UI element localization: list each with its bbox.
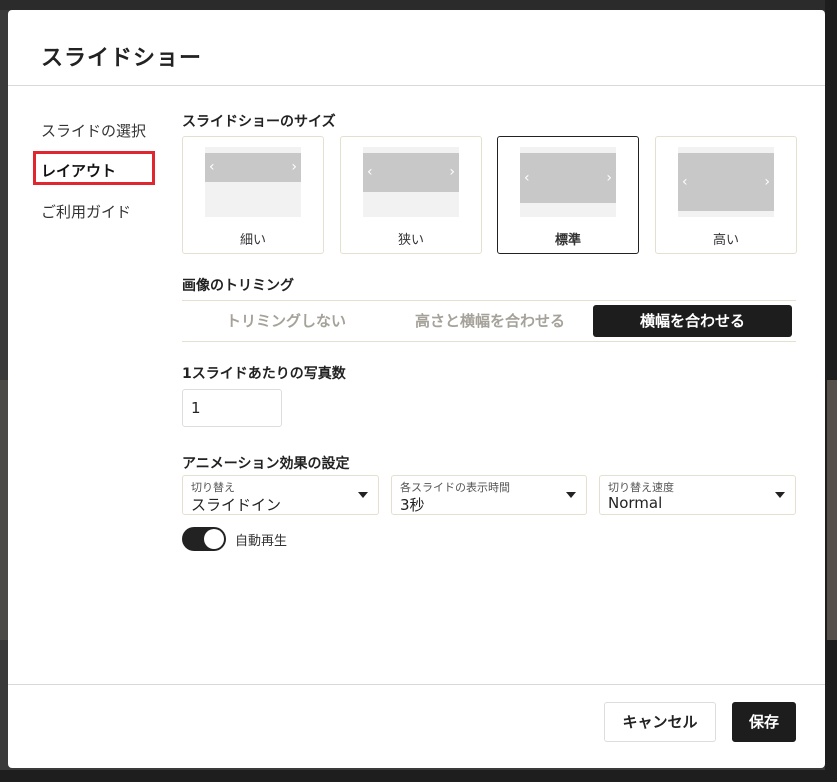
autoplay-label: 自動再生 (235, 534, 288, 549)
size-preview-narrow: ‹ › (363, 147, 459, 217)
slideshow-size-label: スライドショーのサイズ (182, 114, 336, 130)
size-option-narrow[interactable]: ‹ › 狭い (340, 136, 482, 254)
size-option-standard[interactable]: ‹ › 標準 (497, 136, 639, 254)
size-option-label: 細い (239, 233, 266, 248)
size-preview-standard: ‹ › (520, 147, 616, 217)
chevron-right-icon: › (764, 174, 770, 190)
transition-speed-select[interactable]: 切り替え速度 Normal (599, 475, 796, 515)
chevron-right-icon: › (606, 170, 612, 186)
save-button[interactable]: 保存 (732, 702, 796, 742)
preview-band (520, 153, 616, 203)
trim-option-fit-width[interactable]: 横幅を合わせる (593, 305, 792, 337)
cancel-button[interactable]: キャンセル (604, 702, 716, 742)
header-divider (8, 85, 825, 86)
display-duration-select[interactable]: 各スライドの表示時間 3秒 (391, 475, 587, 515)
background-page-header (0, 0, 837, 10)
select-caption: 切り替え速度 (608, 481, 674, 494)
chevron-left-icon: ‹ (367, 164, 373, 180)
caret-down-icon (566, 492, 576, 498)
slideshow-dialog: スライドショー スライドの選択 レイアウト ご利用ガイド スライドショーのサイズ… (8, 10, 825, 768)
chevron-left-icon: ‹ (524, 170, 530, 186)
select-value: Normal (608, 494, 663, 512)
chevron-left-icon: ‹ (209, 159, 215, 175)
dialog-title: スライドショー (41, 46, 203, 71)
photos-per-slide-input[interactable]: 1 (182, 389, 282, 427)
photos-per-slide-label: 1スライドあたりの写真数 (182, 366, 346, 382)
sidebar-item-slide-selection[interactable]: スライドの選択 (41, 120, 146, 141)
caret-down-icon (775, 492, 785, 498)
select-value: スライドイン (191, 496, 282, 514)
select-value: 3秒 (400, 496, 425, 514)
image-trimming-label: 画像のトリミング (182, 278, 294, 294)
animation-settings-label: アニメーション効果の設定 (182, 456, 350, 472)
toggle-knob (204, 529, 224, 549)
background-photo-right (827, 380, 837, 640)
size-option-label: 狭い (397, 233, 424, 248)
size-option-tall[interactable]: ‹ › 高い (655, 136, 797, 254)
size-preview-thin: ‹ › (205, 147, 301, 217)
background-photo-left (0, 380, 8, 640)
layout-highlight-box (33, 151, 155, 185)
autoplay-toggle[interactable] (182, 527, 226, 551)
size-option-label: 標準 (554, 233, 581, 248)
chevron-left-icon: ‹ (682, 174, 688, 190)
trimming-segmented-control: トリミングしない 高さと横幅を合わせる 横幅を合わせる (182, 300, 796, 342)
chevron-right-icon: › (291, 159, 297, 175)
preview-band (205, 153, 301, 182)
size-option-label: 高い (712, 233, 739, 248)
chevron-right-icon: › (449, 164, 455, 180)
background-page-footer (0, 770, 837, 782)
transition-select[interactable]: 切り替え スライドイン (182, 475, 379, 515)
trim-option-fit-both[interactable]: 高さと横幅を合わせる (388, 305, 592, 337)
select-caption: 各スライドの表示時間 (400, 481, 510, 494)
size-option-thin[interactable]: ‹ › 細い (182, 136, 324, 254)
footer-divider (8, 684, 825, 685)
caret-down-icon (358, 492, 368, 498)
preview-band (363, 153, 459, 192)
sidebar-item-user-guide[interactable]: ご利用ガイド (41, 201, 131, 222)
size-preview-tall: ‹ › (678, 147, 774, 217)
trim-option-none[interactable]: トリミングしない (184, 305, 388, 337)
select-caption: 切り替え (191, 481, 235, 494)
preview-band (678, 153, 774, 211)
